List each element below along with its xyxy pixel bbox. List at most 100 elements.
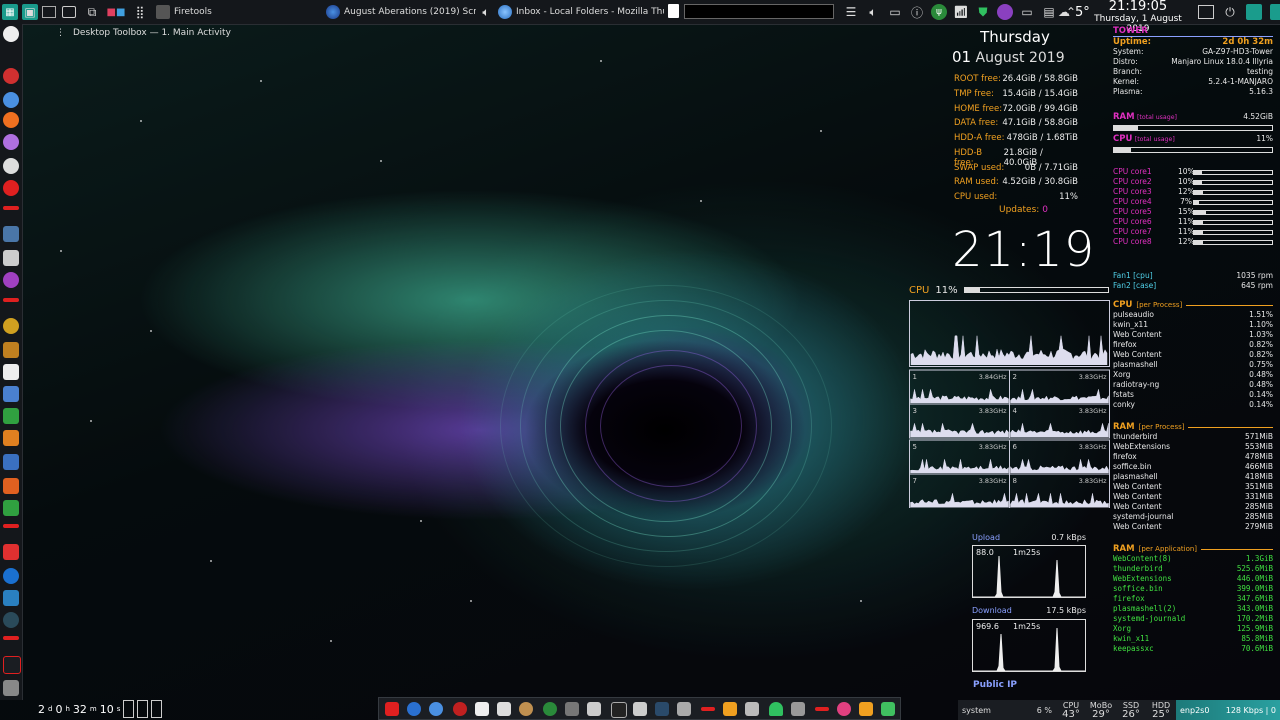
- firefox-dock-icon[interactable]: [3, 112, 19, 128]
- pager-icon[interactable]: [42, 6, 56, 18]
- teamviewer-icon[interactable]: [3, 568, 19, 584]
- clipboard-icon[interactable]: ▭: [887, 4, 903, 20]
- chromium-icon[interactable]: [3, 92, 19, 108]
- trash-icon[interactable]: [745, 702, 759, 716]
- show-desktop-icon[interactable]: [62, 6, 76, 18]
- list-item: radiotray-ng 0.48%: [1113, 380, 1273, 390]
- core-value: 15%: [1178, 207, 1195, 216]
- search-input[interactable]: [684, 4, 834, 19]
- terminal-icon[interactable]: [611, 702, 627, 718]
- list-item: Web Content 0.82%: [1113, 350, 1273, 360]
- radio-icon[interactable]: ψ: [931, 4, 947, 20]
- task-firetools[interactable]: Firetools: [156, 2, 316, 22]
- kite-icon[interactable]: [859, 702, 873, 716]
- impress-icon[interactable]: [3, 430, 19, 446]
- im-icon[interactable]: [3, 656, 21, 674]
- doc-icon[interactable]: [3, 364, 19, 380]
- files-icon[interactable]: [497, 702, 511, 716]
- core-bar: [1193, 239, 1273, 245]
- fs-value: 15.4GiB / 15.4GiB: [1002, 89, 1078, 99]
- thunderbird-icon: [498, 5, 512, 19]
- thunderbird-icon[interactable]: [429, 702, 443, 716]
- steam-icon[interactable]: [3, 612, 19, 628]
- display-icon[interactable]: ▭: [1019, 4, 1035, 20]
- cherry-icon[interactable]: [453, 702, 467, 716]
- app-launcher-icon[interactable]: ▦: [2, 4, 18, 20]
- download-icon[interactable]: [723, 702, 737, 716]
- chart-app-icon[interactable]: [3, 590, 19, 606]
- volume-icon[interactable]: 🔈︎: [865, 4, 881, 20]
- calendar-icon[interactable]: [3, 544, 19, 560]
- desktop-toolbox[interactable]: ⋮ Desktop Toolbox — 1. Main Activity: [56, 26, 231, 40]
- spreadsheet-icon[interactable]: [3, 500, 19, 516]
- vk-icon[interactable]: [3, 226, 19, 242]
- calc-icon[interactable]: [3, 408, 19, 424]
- browser-icon[interactable]: [3, 134, 19, 150]
- antenna-icon[interactable]: [565, 702, 579, 716]
- item-value: 418MiB: [1244, 472, 1273, 481]
- lock-screen-icon[interactable]: ⏻: [1222, 4, 1238, 20]
- dash3-icon[interactable]: [3, 636, 19, 640]
- window-tile-icon[interactable]: [1198, 5, 1214, 19]
- scanner-icon[interactable]: [587, 702, 601, 716]
- globe-icon[interactable]: [3, 158, 19, 174]
- media-player-icon[interactable]: [997, 4, 1013, 20]
- grid-menu-icon[interactable]: ⣿: [132, 4, 148, 20]
- activities-icon[interactable]: ▣: [22, 4, 38, 20]
- save-icon[interactable]: [3, 250, 19, 266]
- ubuntu-icon[interactable]: [3, 26, 19, 42]
- dash2-icon[interactable]: [815, 707, 829, 711]
- radio-icon[interactable]: [543, 702, 557, 716]
- firefox-icon[interactable]: [407, 702, 421, 716]
- gimp-icon[interactable]: [3, 318, 19, 334]
- firefox-dev-icon[interactable]: [837, 702, 851, 716]
- system-value: GA-Z97-HD3-Tower: [1202, 47, 1273, 56]
- search-icon[interactable]: [655, 702, 669, 716]
- cookie-icon[interactable]: [519, 702, 533, 716]
- writer-icon[interactable]: [3, 386, 19, 402]
- vivaldi-icon[interactable]: [3, 68, 19, 84]
- logout-icon[interactable]: [1246, 4, 1262, 20]
- core-bar-fill: [1194, 230, 1203, 234]
- shield-icon[interactable]: ⛊: [975, 4, 991, 20]
- purple-app-icon[interactable]: [3, 272, 19, 288]
- calendar-icon[interactable]: [385, 702, 399, 716]
- keyboard-icon[interactable]: [3, 680, 19, 696]
- tools-icon[interactable]: [677, 702, 691, 716]
- task-firefox[interactable]: August Aberations (2019) Screensh...: [326, 2, 476, 22]
- list-item: kwin_x11 1.10%: [1113, 320, 1273, 330]
- task-thunderbird[interactable]: Inbox - Local Folders - Mozilla Thunderb…: [498, 2, 664, 22]
- network-icon[interactable]: 📶︎: [953, 4, 969, 20]
- cpu-total-value: 11%: [1256, 134, 1273, 143]
- word-icon[interactable]: [3, 454, 19, 470]
- monitor-icon[interactable]: [633, 702, 647, 716]
- notes-icon[interactable]: ☰: [843, 4, 859, 20]
- list-item: Xorg 125.9MiB: [1113, 624, 1273, 634]
- updates-icon[interactable]: ▤: [1041, 4, 1057, 20]
- red-app-icon[interactable]: [3, 206, 19, 210]
- terminal-icon[interactable]: [3, 342, 19, 358]
- upload-value: 0.7 kBps: [1051, 533, 1086, 542]
- audio-playing-icon[interactable]: 🔈︎: [478, 4, 494, 20]
- core-row: CPU core2 10%: [1113, 177, 1273, 187]
- dash2-icon[interactable]: [3, 524, 19, 528]
- file-icon[interactable]: [475, 702, 489, 716]
- opera-icon[interactable]: [3, 180, 19, 196]
- task-label: August Aberations (2019) Screensh...: [344, 7, 476, 17]
- info-icon[interactable]: ⓘ: [909, 4, 925, 20]
- meter-icon: [123, 700, 135, 718]
- menu-icon[interactable]: [1270, 4, 1280, 20]
- item-value: 0.48%: [1249, 370, 1273, 379]
- ghost-icon[interactable]: [769, 702, 783, 716]
- dash-icon[interactable]: [701, 707, 715, 711]
- window-list-icon[interactable]: ⧉: [84, 4, 100, 20]
- color-picker-icon[interactable]: ■ ■: [107, 4, 126, 20]
- wrench-icon[interactable]: [791, 702, 805, 716]
- list-item: WebExtensions 553MiB: [1113, 442, 1273, 452]
- temp-value: 29°: [1092, 709, 1110, 720]
- dash-icon[interactable]: [3, 298, 19, 302]
- presentation-icon[interactable]: [3, 478, 19, 494]
- core-value: 12%: [1178, 237, 1195, 246]
- document-icon[interactable]: [668, 4, 679, 18]
- pen-icon[interactable]: [881, 702, 895, 716]
